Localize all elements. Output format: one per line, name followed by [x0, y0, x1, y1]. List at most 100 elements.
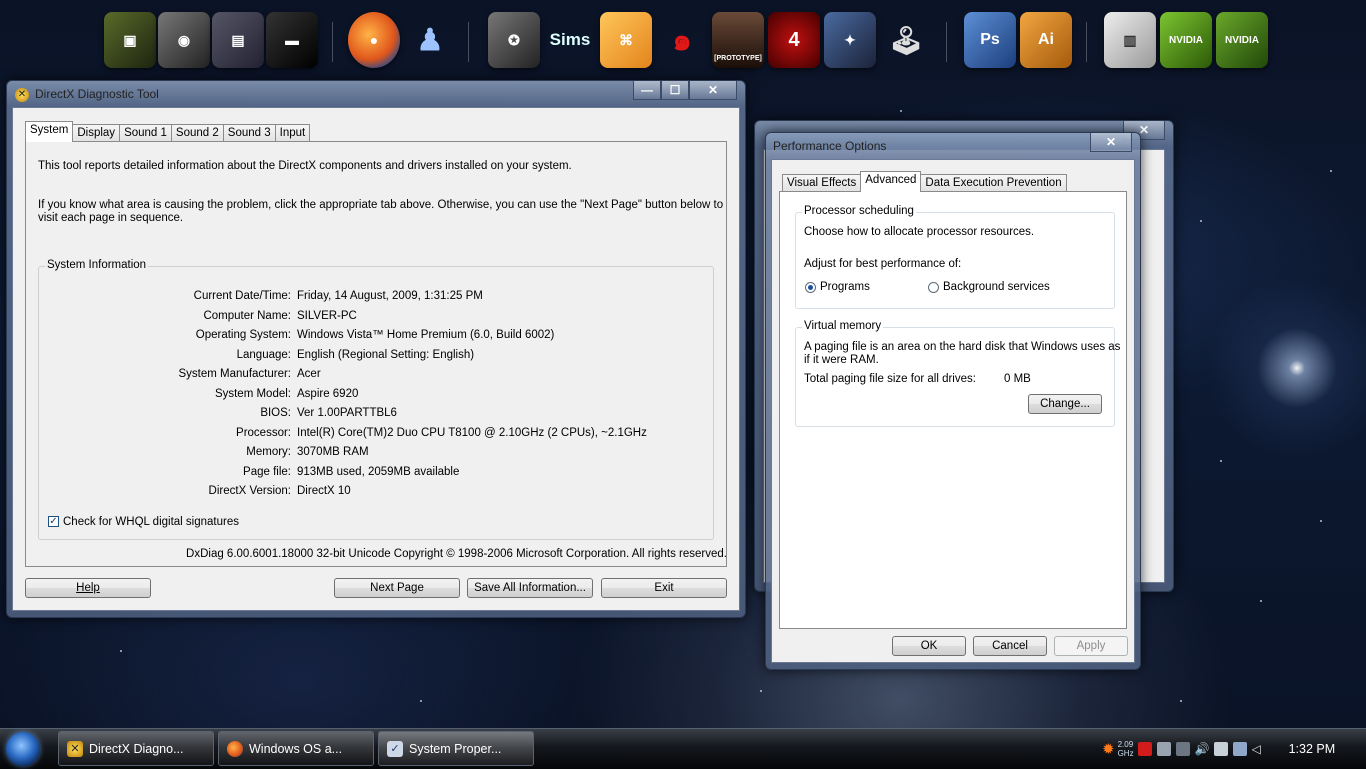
exit-label: Exit: [654, 582, 674, 594]
info-label: Memory:: [246, 446, 291, 458]
dock: ▣ ◉ ▤ ▬ ● ♟ ✪ Sims ⌘ ๑ [PROTOTYPE] 4 ✦ 🕹…: [0, 8, 1366, 72]
virtual-memory-description: A paging file is an area on the hard dis…: [804, 341, 1121, 353]
speaker-icon[interactable]: 🔊: [1195, 742, 1210, 756]
programs-label[interactable]: Programs: [820, 281, 870, 293]
power-icon[interactable]: [1213, 742, 1228, 756]
window-title: Performance Options: [773, 139, 887, 153]
cancel-label: Cancel: [992, 640, 1028, 652]
clock[interactable]: 1:32 PM: [1289, 742, 1336, 756]
programs-radio[interactable]: [805, 282, 816, 293]
device-icon[interactable]: [1175, 742, 1190, 756]
save-all-information-button[interactable]: Save All Information...: [467, 578, 593, 598]
start-button[interactable]: [6, 732, 40, 766]
firefox-icon[interactable]: ●: [348, 12, 400, 68]
tab-system[interactable]: System: [25, 121, 74, 142]
taskbar-item-system-properties[interactable]: ✓ System Proper...: [378, 731, 534, 766]
tab-data-execution-prevention[interactable]: Data Execution Prevention: [920, 174, 1067, 192]
shield-game-icon[interactable]: ✪: [488, 12, 540, 68]
info-value: Aspire 6920: [297, 387, 359, 400]
info-value: Friday, 14 August, 2009, 1:31:25 PM: [297, 290, 483, 302]
sims3-icon[interactable]: Sims: [544, 12, 596, 68]
info-value: Intel(R) Core(TM)2 Duo CPU T8100 @ 2.10G…: [297, 426, 647, 439]
info-label: Current Date/Time:: [193, 290, 291, 302]
help-label: Help: [76, 582, 100, 594]
ok-label: OK: [920, 640, 938, 652]
info-label: Processor:: [236, 426, 291, 439]
network-icon[interactable]: [1156, 742, 1171, 756]
joystick-icon[interactable]: 🕹: [880, 12, 932, 68]
info-label: Operating System:: [195, 329, 291, 341]
apply-button[interactable]: Apply: [1054, 636, 1128, 656]
close-button[interactable]: ✕: [689, 81, 737, 100]
devil-may-cry-icon[interactable]: ✦: [824, 12, 876, 68]
info-value: Windows Vista™ Home Premium (6.0, Build …: [297, 329, 555, 341]
camera-icon[interactable]: ◉: [158, 12, 210, 68]
photoshop-icon[interactable]: Ps: [964, 12, 1016, 68]
illustrator-icon[interactable]: Ai: [1020, 12, 1072, 68]
messenger-icon[interactable]: ♟: [404, 12, 456, 68]
tab-advanced[interactable]: Advanced: [860, 171, 922, 192]
group-title: Processor scheduling: [802, 205, 916, 217]
tab-input[interactable]: Input: [274, 124, 311, 142]
taskbar-item-label: DirectX Diagno...: [89, 741, 184, 756]
whql-checkbox[interactable]: ✓: [48, 516, 59, 527]
nvidia-icon[interactable]: NVIDIA: [1160, 12, 1212, 68]
gear-icon[interactable]: ✹: [1102, 740, 1115, 758]
directx-icon: ✕: [15, 88, 29, 102]
volume-icon[interactable]: ◁: [1252, 742, 1266, 756]
dxdiag-window[interactable]: ✕ DirectX Diagnostic Tool — ☐ ✕ System D…: [6, 80, 746, 618]
intro-text-2: If you know what area is causing the pro…: [38, 199, 724, 211]
garena-icon[interactable]: ๑: [656, 12, 708, 68]
background-services-radio[interactable]: [928, 282, 939, 293]
info-value: English (Regional Setting: English): [297, 348, 475, 361]
taskbar-item-firefox[interactable]: Windows OS a...: [218, 731, 374, 766]
ifunbox-icon[interactable]: ⌘: [600, 12, 652, 68]
directx-icon: ✕: [67, 740, 83, 757]
adjust-label: Adjust for best performance of:: [804, 258, 962, 270]
whql-label[interactable]: Check for WHQL digital signatures: [63, 516, 239, 528]
next-page-button[interactable]: Next Page: [334, 578, 460, 598]
scanner-icon[interactable]: ▤: [212, 12, 264, 68]
info-value: Acer: [297, 368, 321, 380]
save-all-label: Save All Information...: [474, 582, 586, 594]
background-services-label[interactable]: Background services: [943, 281, 1050, 293]
four-label: 4: [788, 28, 800, 51]
system-icon[interactable]: ▥: [1104, 12, 1156, 68]
tab-sound-3[interactable]: Sound 3: [222, 124, 276, 142]
help-button[interactable]: Help: [25, 578, 151, 598]
ai-label: Ai: [1038, 31, 1054, 48]
antivirus-icon[interactable]: [1137, 742, 1152, 756]
system-tray: ✹ 2.09 GHz 🔊 ◁ 1:32 PM: [1102, 729, 1335, 769]
cancel-button[interactable]: Cancel: [973, 636, 1047, 656]
camcorder-icon[interactable]: ▣: [104, 12, 156, 68]
printer-icon[interactable]: ▬: [266, 12, 318, 68]
left4dead-icon[interactable]: 4: [768, 12, 820, 68]
ok-button[interactable]: OK: [892, 636, 966, 656]
next-page-label: Next Page: [370, 582, 424, 594]
prototype-icon[interactable]: [PROTOTYPE]: [712, 12, 764, 68]
tab-display[interactable]: Display: [72, 124, 121, 142]
performance-options-window[interactable]: Performance Options ✕ Visual Effects Adv…: [765, 132, 1141, 670]
tab-sound-1[interactable]: Sound 1: [119, 124, 172, 142]
nvidia-icon-2[interactable]: NVIDIA: [1216, 12, 1268, 68]
taskbar-item-label: Windows OS a...: [249, 741, 343, 756]
minimize-button[interactable]: —: [633, 81, 661, 100]
firefox-icon: [227, 740, 243, 757]
close-button[interactable]: ✕: [1090, 133, 1132, 152]
cpu-frequency-value: 2.09: [1117, 740, 1134, 749]
monitor-icon[interactable]: [1232, 742, 1247, 756]
maximize-button[interactable]: ☐: [661, 81, 689, 100]
taskbar-item-dxdiag[interactable]: ✕ DirectX Diagno...: [58, 731, 214, 766]
nvidia-label: NVIDIA: [1169, 34, 1203, 46]
tab-sound-2[interactable]: Sound 2: [170, 124, 224, 142]
scheduling-description: Choose how to allocate processor resourc…: [804, 226, 1035, 238]
exit-button[interactable]: Exit: [601, 578, 727, 598]
cpu-frequency-unit: GHz: [1117, 749, 1134, 758]
change-button[interactable]: Change...: [1028, 394, 1102, 414]
info-label: BIOS:: [260, 407, 291, 419]
group-title: System Information: [45, 259, 149, 271]
system-information-group: System Information: [38, 259, 714, 540]
tab-visual-effects[interactable]: Visual Effects: [782, 174, 862, 192]
intro-text-3: visit each page in sequence.: [38, 212, 184, 224]
change-label: Change...: [1040, 398, 1090, 410]
